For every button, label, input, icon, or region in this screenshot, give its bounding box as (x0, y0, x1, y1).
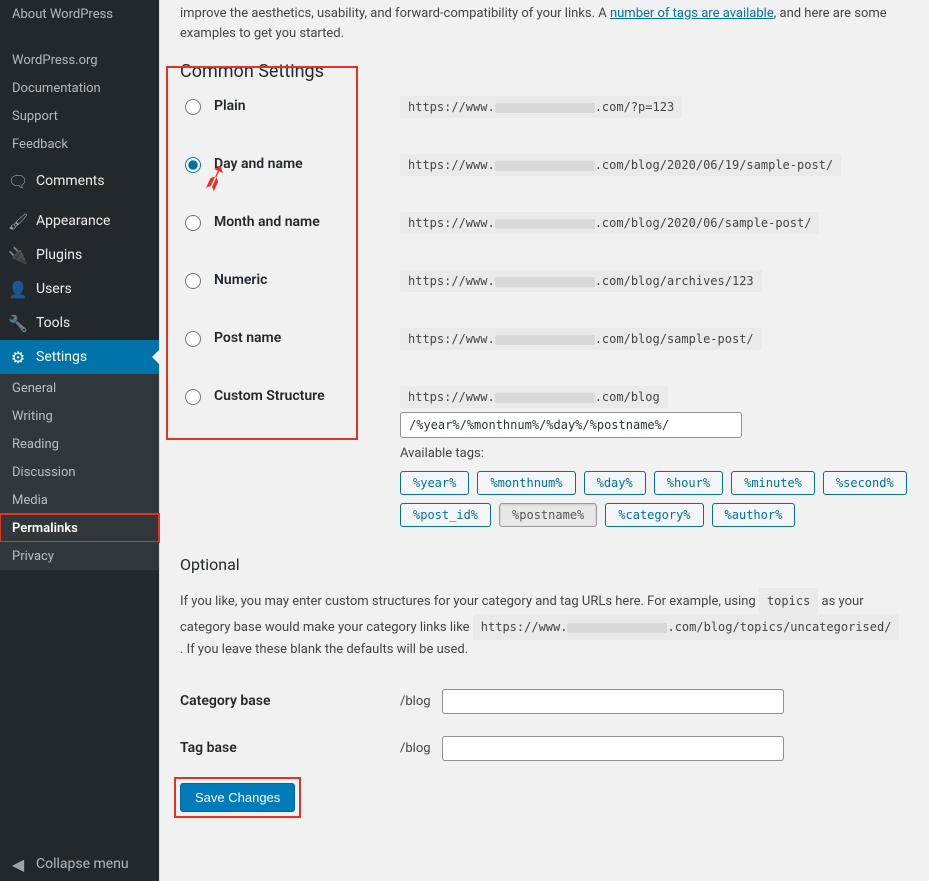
permalink-example-url: https://www..com/blog/sample-post/ (400, 328, 762, 350)
permalink-option-dayname[interactable]: Day and name (180, 154, 400, 173)
sidebar-item-label: Settings (36, 349, 87, 365)
permalink-radio-numeric[interactable] (185, 273, 201, 289)
permalink-option-label: Numeric (214, 272, 267, 288)
permalink-option-label: Day and name (214, 156, 303, 172)
tag-base-prefix: /blog (400, 741, 442, 756)
permalink-option-row-dayname: Day and name https://www..com/blog/2020/0… (180, 154, 909, 176)
permalink-example-url: https://www..com/?p=123 (400, 96, 682, 118)
content-area: improve the aesthetics, usability, and f… (160, 0, 929, 881)
tag-button-hour[interactable]: %hour% (654, 471, 723, 495)
settings-sub-discussion[interactable]: Discussion (0, 458, 159, 486)
permalink-example-url: https://www..com/blog (400, 386, 668, 408)
sidebar-feedback[interactable]: Feedback (0, 130, 159, 158)
tag-button-year[interactable]: %year% (400, 471, 469, 495)
settings-sub-media[interactable]: Media (0, 486, 159, 514)
settings-sub-privacy[interactable]: Privacy (0, 542, 159, 570)
permalink-option-label: Post name (214, 330, 281, 346)
permalink-option-row-numeric: Numeric https://www..com/blog/archives/12… (180, 270, 909, 292)
wrench-icon (8, 314, 28, 333)
tag-base-input[interactable] (442, 736, 784, 761)
collapse-menu[interactable]: Collapse menu (0, 847, 159, 881)
optional-code-topics: topics (759, 588, 818, 614)
permalink-example-url: https://www..com/blog/archives/123 (400, 270, 762, 292)
category-base-input[interactable] (442, 689, 784, 714)
sidebar-support[interactable]: Support (0, 102, 159, 130)
tag-button-category[interactable]: %category% (605, 503, 703, 527)
sidebar-item-label: Plugins (36, 247, 82, 263)
sidebar-settings[interactable]: Settings (0, 340, 159, 374)
permalink-radio-dayname[interactable] (185, 157, 201, 173)
sidebar-users[interactable]: Users (0, 272, 159, 306)
permalink-option-numeric[interactable]: Numeric (180, 270, 400, 289)
sidebar-item-label: Comments (36, 173, 105, 189)
intro-link-tags[interactable]: number of tags are available (610, 6, 774, 21)
tag-button-minute[interactable]: %minute% (731, 471, 815, 495)
sidebar-plugins[interactable]: Plugins (0, 238, 159, 272)
annotation-red-box-options (166, 66, 358, 440)
optional-description: If you like, you may enter custom struct… (180, 588, 900, 660)
sidebar-appearance[interactable]: Appearance (0, 204, 159, 238)
permalink-option-row-custom: Custom Structure https://www..com/blog Ava… (180, 386, 909, 527)
sidebar-documentation[interactable]: Documentation (0, 74, 159, 102)
permalink-option-monthname[interactable]: Month and name (180, 212, 400, 231)
tag-button-post_id[interactable]: %post_id% (400, 503, 491, 527)
custom-structure-input[interactable] (400, 412, 742, 438)
collapse-icon (8, 855, 28, 874)
category-base-prefix: /blog (400, 694, 442, 709)
sidebar-item-label: Users (36, 281, 72, 297)
admin-sidebar: About WordPress WordPress.org Documentat… (0, 0, 160, 881)
permalink-example-url: https://www..com/blog/2020/06/sample-pos… (400, 212, 819, 234)
tag-button-postname[interactable]: %postname% (499, 503, 597, 527)
tag-button-second[interactable]: %second% (823, 471, 907, 495)
heading-optional: Optional (180, 555, 909, 574)
sidebar-comments[interactable]: Comments (0, 164, 159, 198)
optional-code-example-url: https://www..com/blog/topics/uncategoris… (473, 614, 900, 640)
permalink-radio-custom[interactable] (185, 389, 201, 405)
user-icon (8, 280, 28, 299)
brush-icon (8, 212, 28, 231)
permalink-option-row-plain: Plain https://www..com/?p=123 (180, 96, 909, 118)
permalink-radio-monthname[interactable] (185, 215, 201, 231)
comment-icon (8, 172, 28, 191)
settings-sub-general[interactable]: General (0, 374, 159, 402)
intro-text: improve the aesthetics, usability, and f… (180, 4, 909, 43)
permalink-option-label: Month and name (214, 214, 320, 230)
sidebar-wordpress-org[interactable]: WordPress.org (0, 46, 159, 74)
settings-icon (8, 348, 28, 367)
permalink-option-row-postname: Post name https://www..com/blog/sample-po… (180, 328, 909, 350)
available-tags: %year% %monthnum% %day% %hour% %minute% %seco… (400, 471, 909, 527)
permalink-option-label: Plain (214, 98, 246, 114)
sidebar-about-wordpress[interactable]: About WordPress (0, 0, 159, 28)
sidebar-item-label: Tools (36, 315, 70, 331)
tag-button-day[interactable]: %day% (584, 471, 646, 495)
permalink-option-plain[interactable]: Plain (180, 96, 400, 115)
settings-sub-writing[interactable]: Writing (0, 402, 159, 430)
save-changes-button[interactable]: Save Changes (180, 783, 295, 812)
available-tags-label: Available tags: (400, 446, 909, 461)
permalink-option-custom[interactable]: Custom Structure (180, 386, 400, 405)
permalink-radio-postname[interactable] (185, 331, 201, 347)
tag-button-monthnum[interactable]: %monthnum% (477, 471, 575, 495)
heading-common-settings: Common Settings (180, 61, 909, 82)
sidebar-item-label: Appearance (36, 213, 110, 229)
tag-base-label: Tag base (180, 740, 400, 756)
settings-sub-reading[interactable]: Reading (0, 430, 159, 458)
category-base-row: Category base /blog (180, 689, 909, 714)
tag-base-row: Tag base /blog (180, 736, 909, 761)
permalink-option-postname[interactable]: Post name (180, 328, 400, 347)
permalink-example-url: https://www..com/blog/2020/06/19/sample-… (400, 154, 841, 176)
settings-sub-permalinks[interactable]: Permalinks (0, 514, 159, 542)
permalink-option-label: Custom Structure (214, 388, 325, 404)
category-base-label: Category base (180, 693, 400, 709)
tag-button-author[interactable]: %author% (712, 503, 796, 527)
sidebar-tools[interactable]: Tools (0, 306, 159, 340)
permalink-option-row-monthname: Month and name https://www..com/blog/2020… (180, 212, 909, 234)
plugin-icon (8, 246, 28, 265)
collapse-label: Collapse menu (36, 856, 129, 872)
permalink-radio-plain[interactable] (185, 99, 201, 115)
